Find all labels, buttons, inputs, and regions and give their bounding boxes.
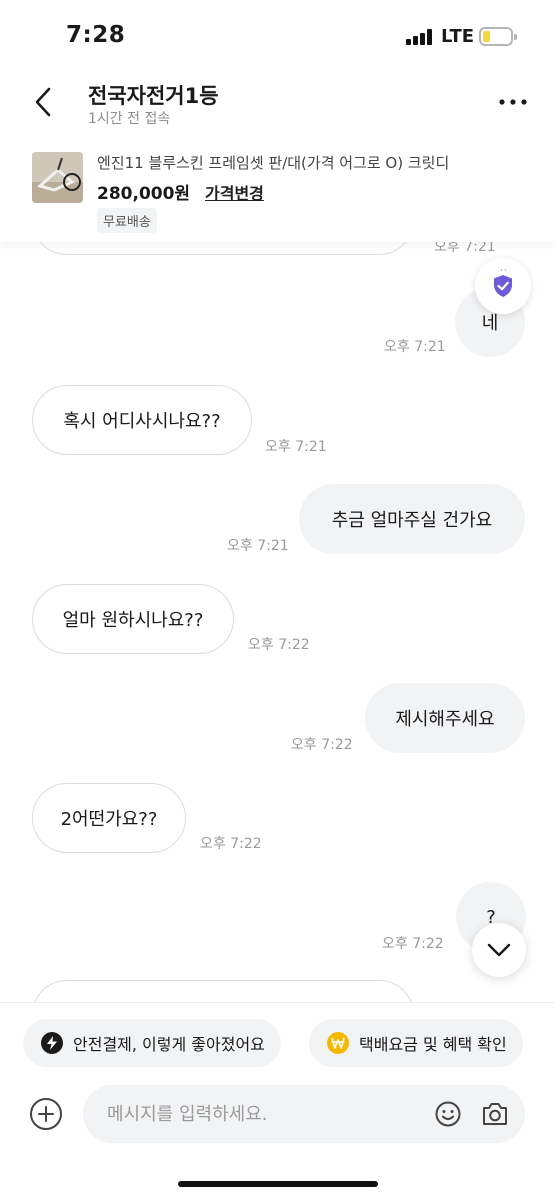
last-seen-text: 1시간 전 접속	[88, 111, 171, 127]
message-time: 오후 7:22	[382, 936, 444, 952]
more-options-button[interactable]	[495, 90, 531, 114]
chevron-left-icon	[35, 87, 51, 117]
message-input[interactable]	[107, 1085, 427, 1143]
message-bubble-outgoing[interactable]: 추금 얼마주실 건가요	[299, 484, 525, 554]
free-shipping-badge: 무료배송	[97, 208, 157, 233]
status-bar: 7:28 LTE	[0, 0, 555, 70]
message-bubble-outgoing[interactable]: 제시해주세요	[365, 683, 525, 753]
chevron-down-icon	[487, 943, 511, 957]
message-time: 오후 7:22	[200, 836, 262, 852]
home-indicator	[178, 1181, 378, 1187]
network-type: LTE	[441, 26, 475, 47]
message-time: 오후 7:21	[384, 339, 446, 355]
shield-check-icon	[494, 275, 512, 297]
message-time: 오후 7:22	[291, 737, 353, 753]
change-price-link[interactable]: 가격변경	[205, 180, 264, 204]
message-bubble-incoming[interactable]: 얼마 원하시나요??	[32, 584, 234, 654]
product-price: 280,000원	[97, 184, 191, 204]
message-bubble-incoming[interactable]	[32, 980, 414, 1002]
more-horizontal-icon	[499, 99, 527, 105]
lightning-icon	[41, 1032, 63, 1054]
chat-messages[interactable]: 오후 7:21 네 오후 7:21 혹시 어디사시나요?? 오후 7:21 추금…	[0, 242, 555, 1002]
signal-icon	[406, 29, 434, 45]
smiley-icon	[435, 1101, 461, 1127]
plus-circle-icon	[38, 1106, 54, 1122]
bottom-panel: 안전결제, 이렇게 좋아졌어요 택배요금 및 혜택 확인	[0, 1002, 555, 1200]
product-bar[interactable]: 엔진11 블루스킨 프레임셋 판/대(가격 어그로 O) 크릿디 280,000…	[0, 140, 555, 242]
status-time: 7:28	[66, 22, 126, 48]
won-coin-icon	[327, 1032, 349, 1054]
camera-button[interactable]	[481, 1101, 509, 1127]
product-thumbnail[interactable]	[32, 152, 83, 203]
message-composer	[83, 1085, 525, 1143]
message-time: 오후 7:21	[434, 242, 496, 255]
message-bubble-incoming[interactable]: 혹시 어디사시나요??	[32, 385, 252, 455]
shield-badge-dots: ··	[500, 266, 508, 276]
safe-pay-chip[interactable]: 안전결제, 이렇게 좋아졌어요	[23, 1019, 281, 1067]
product-title: 엔진11 블루스킨 프레임셋 판/대(가격 어그로 O) 크릿디	[97, 154, 450, 172]
message-bubble-incoming[interactable]	[32, 242, 414, 255]
delivery-fee-chip[interactable]: 택배요금 및 혜택 확인	[309, 1019, 523, 1067]
message-time: 오후 7:21	[265, 439, 327, 455]
battery-icon	[479, 27, 517, 46]
delivery-fee-chip-label: 택배요금 및 혜택 확인	[359, 1035, 507, 1054]
chat-header: 전국자전거1등 1시간 전 접속	[0, 70, 555, 140]
emoji-button[interactable]	[435, 1101, 461, 1127]
safe-pay-chip-label: 안전결제, 이렇게 좋아졌어요	[73, 1035, 265, 1054]
back-button[interactable]	[28, 84, 58, 120]
partner-nickname[interactable]: 전국자전거1등	[88, 80, 219, 110]
message-bubble-incoming[interactable]: 2어떤가요??	[32, 783, 186, 853]
message-time: 오후 7:21	[227, 538, 289, 554]
camera-icon	[483, 1103, 507, 1125]
attach-plus-button[interactable]	[30, 1098, 62, 1130]
message-time: 오후 7:22	[248, 637, 310, 653]
scroll-to-bottom-button[interactable]	[472, 923, 526, 977]
